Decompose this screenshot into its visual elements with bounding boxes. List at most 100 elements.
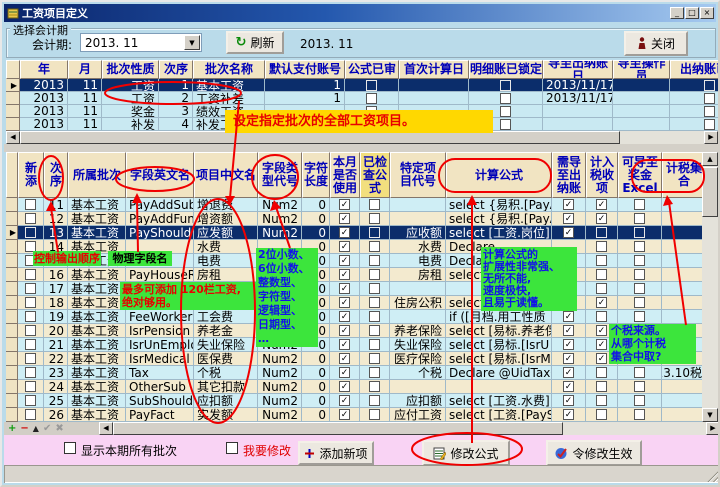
cell[interactable]: ✓ bbox=[330, 408, 360, 422]
checkbox[interactable] bbox=[25, 409, 36, 420]
table-row[interactable]: 20基本工资IsrPension养老金0✓养老保险select [易标.养老保✓… bbox=[6, 324, 702, 338]
checkbox[interactable] bbox=[634, 297, 645, 308]
cell[interactable] bbox=[390, 380, 446, 394]
cell[interactable]: 17 bbox=[44, 282, 68, 296]
checkbox[interactable] bbox=[596, 227, 607, 238]
cell[interactable]: ✓ bbox=[330, 268, 360, 282]
cell[interactable]: ✓ bbox=[552, 310, 586, 324]
minimize-button[interactable]: _ bbox=[670, 7, 684, 19]
column-header[interactable]: 年 bbox=[20, 60, 68, 79]
cell[interactable]: 工资 bbox=[102, 92, 159, 105]
checkbox[interactable] bbox=[366, 80, 377, 91]
cell[interactable]: 基本工资 bbox=[68, 296, 126, 310]
nav-cancel-icon[interactable]: ✖ bbox=[55, 423, 63, 434]
checkbox[interactable] bbox=[369, 325, 380, 336]
row-selector-cell[interactable]: ▶ bbox=[6, 226, 18, 240]
cell[interactable]: 13 bbox=[44, 226, 68, 240]
column-header[interactable]: 计税集合 bbox=[662, 152, 702, 198]
checkbox[interactable] bbox=[704, 80, 715, 91]
checkbox[interactable] bbox=[500, 93, 511, 104]
cell[interactable]: 失业保险 bbox=[194, 338, 258, 352]
column-header[interactable]: 导至出纳账日 bbox=[543, 60, 613, 79]
period-combobox[interactable]: 2013. 11 ▼ bbox=[80, 33, 202, 52]
cell[interactable] bbox=[662, 240, 702, 254]
cell[interactable] bbox=[662, 268, 702, 282]
cell[interactable]: 4 bbox=[159, 118, 193, 131]
cell[interactable]: 23 bbox=[44, 366, 68, 380]
checkbox[interactable]: ✓ bbox=[596, 325, 607, 336]
checkbox[interactable] bbox=[634, 255, 645, 266]
table-row[interactable]: 23基本工资Tax个税Num20✓个税Declare @UidTaxGr✓201… bbox=[6, 366, 702, 380]
cell[interactable] bbox=[360, 268, 390, 282]
cell[interactable] bbox=[662, 198, 702, 212]
column-header[interactable]: 次 序 bbox=[44, 152, 68, 198]
checkbox[interactable] bbox=[369, 311, 380, 322]
cell[interactable]: ✓ bbox=[330, 310, 360, 324]
cell[interactable]: 3 bbox=[159, 105, 193, 118]
cell[interactable] bbox=[618, 408, 662, 422]
column-header[interactable]: 本月 是否 使用 bbox=[330, 152, 360, 198]
cell[interactable]: 应收额 bbox=[390, 226, 446, 240]
cell[interactable] bbox=[360, 198, 390, 212]
table-row[interactable]: ▶201311工资1基本工资12013/11/17 bbox=[6, 79, 718, 92]
checkbox[interactable]: ✓ bbox=[339, 367, 350, 378]
cell[interactable] bbox=[586, 254, 618, 268]
row-selector-cell[interactable] bbox=[6, 408, 18, 422]
cell[interactable]: select [工资.[PayS bbox=[446, 408, 552, 422]
cell[interactable]: ✓ bbox=[330, 226, 360, 240]
checkbox[interactable] bbox=[25, 395, 36, 406]
cell[interactable] bbox=[586, 310, 618, 324]
cell[interactable] bbox=[469, 79, 543, 92]
cell[interactable] bbox=[618, 212, 662, 226]
cell[interactable]: 2 bbox=[159, 92, 193, 105]
column-header[interactable]: 月 bbox=[68, 60, 102, 79]
cell[interactable] bbox=[662, 282, 702, 296]
row-selector-cell[interactable]: ▶ bbox=[6, 79, 20, 92]
checkbox[interactable]: ✓ bbox=[339, 297, 350, 308]
title-bar[interactable]: 工资项目定义 _ □ × bbox=[4, 4, 716, 22]
cell[interactable] bbox=[360, 212, 390, 226]
checkbox[interactable] bbox=[634, 227, 645, 238]
cell[interactable]: 失业保险 bbox=[390, 338, 446, 352]
resize-grip[interactable] bbox=[706, 469, 719, 482]
table-row[interactable]: 16基本工资PayHouseRent房租0✓房租select bbox=[6, 268, 702, 282]
cell[interactable]: 工会费 bbox=[194, 310, 258, 324]
cell[interactable] bbox=[360, 408, 390, 422]
checkbox[interactable]: ✓ bbox=[563, 199, 574, 210]
cell[interactable] bbox=[586, 240, 618, 254]
cell[interactable] bbox=[543, 118, 613, 131]
cell[interactable]: select [易标.养老保 bbox=[446, 324, 552, 338]
checkbox[interactable]: ✓ bbox=[339, 353, 350, 364]
checkbox[interactable]: ✓ bbox=[563, 367, 574, 378]
cell[interactable] bbox=[18, 282, 44, 296]
checkbox[interactable] bbox=[369, 339, 380, 350]
cell[interactable]: 18 bbox=[44, 296, 68, 310]
checkbox[interactable]: ✓ bbox=[563, 339, 574, 350]
cell[interactable] bbox=[618, 310, 662, 324]
cell[interactable]: 应扣额 bbox=[194, 394, 258, 408]
cell[interactable] bbox=[360, 240, 390, 254]
column-header[interactable]: 批次性质 bbox=[102, 60, 159, 79]
cell[interactable]: ✓ bbox=[330, 282, 360, 296]
cell[interactable]: 基本工资 bbox=[193, 79, 265, 92]
cell[interactable] bbox=[18, 296, 44, 310]
row-selector-cell[interactable] bbox=[6, 310, 18, 324]
checkbox[interactable] bbox=[500, 119, 511, 130]
checkbox[interactable]: ✓ bbox=[339, 283, 350, 294]
cell[interactable]: ✓ bbox=[330, 212, 360, 226]
cell[interactable]: select {易积.[PayA bbox=[446, 212, 552, 226]
cell[interactable] bbox=[618, 240, 662, 254]
cell[interactable] bbox=[360, 254, 390, 268]
cell[interactable] bbox=[360, 226, 390, 240]
close-button[interactable]: 关闭 bbox=[624, 31, 688, 56]
table-row[interactable]: 22基本工资IsrMedical医保费Num20✓医疗保险select [易标.… bbox=[6, 352, 702, 366]
checkbox[interactable] bbox=[25, 283, 36, 294]
splitter[interactable] bbox=[4, 144, 720, 152]
checkbox[interactable] bbox=[366, 93, 377, 104]
checkbox[interactable] bbox=[596, 367, 607, 378]
cell[interactable]: 个税 bbox=[194, 366, 258, 380]
scroll-down-icon[interactable]: ▼ bbox=[702, 408, 718, 422]
table-row[interactable]: 24基本工资OtherSub其它扣款Num20✓✓ bbox=[6, 380, 702, 394]
column-header[interactable]: 计入 税收 项 bbox=[586, 152, 618, 198]
cell[interactable]: Num2 bbox=[258, 366, 302, 380]
